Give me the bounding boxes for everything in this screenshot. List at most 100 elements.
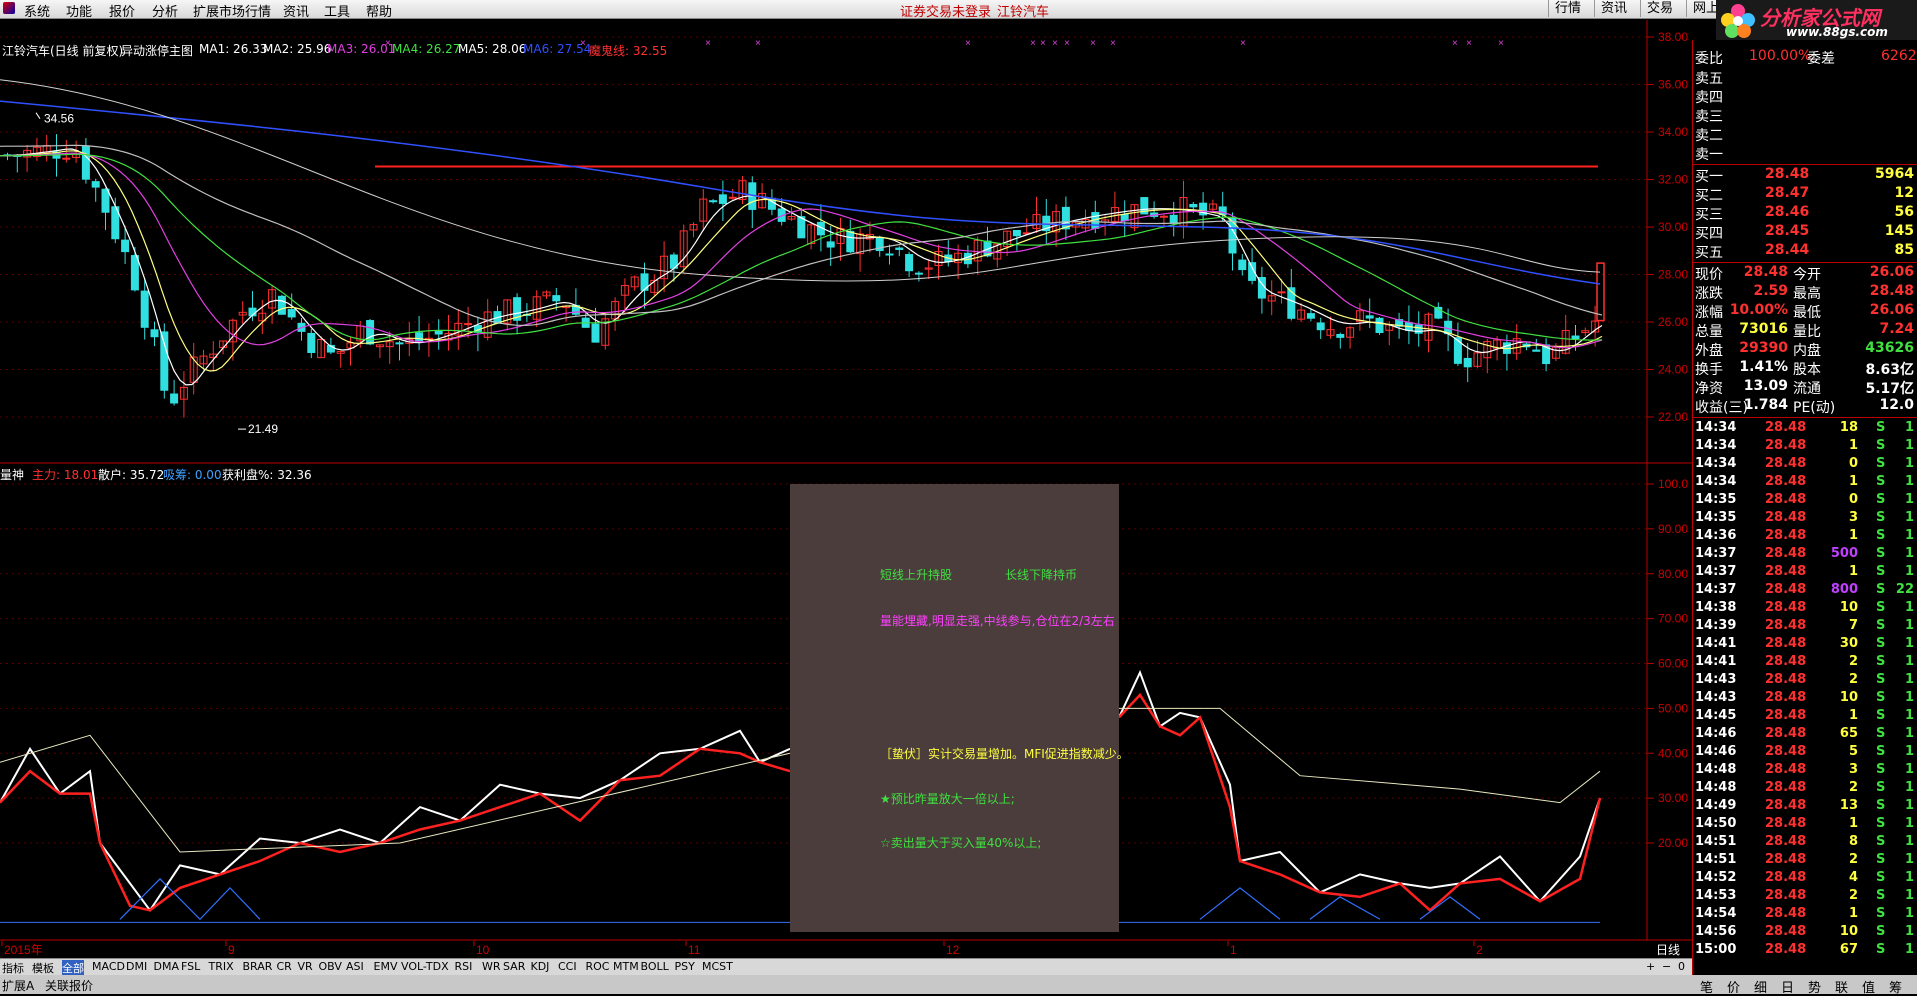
x-tick-label: 1	[1230, 943, 1237, 957]
tick-volume: 2	[1848, 888, 1858, 903]
indicator-tab-[interactable]: 全部	[62, 960, 84, 976]
quote-tab-5[interactable]: 联	[1835, 977, 1848, 996]
signal-marker: ×	[1040, 38, 1046, 49]
candle-body	[1306, 313, 1315, 319]
candle-body	[150, 329, 159, 338]
stat-row: 涨幅 10.00% 最低 26.06	[1693, 302, 1917, 321]
stat-row: 外盘 29390 内盘 43626	[1693, 340, 1917, 359]
quote-tab-2[interactable]: 细	[1754, 977, 1767, 996]
tick-row: 14:34 28.48 18 S 1	[1693, 420, 1917, 438]
indicator-tab-kdj[interactable]: KDJ	[531, 960, 550, 973]
signal-marker: ×	[580, 38, 586, 49]
zoom-control-0[interactable]: +	[1646, 960, 1655, 973]
quote-tab-6[interactable]: 值	[1862, 977, 1875, 996]
retail-line	[1118, 669, 1601, 903]
sub-chart-title[interactable]: 量神	[0, 466, 24, 483]
indicator-tab-mtm[interactable]: MTM	[613, 960, 639, 973]
tick-row: 14:43 28.48 10 S 1	[1693, 690, 1917, 708]
tick-time: 14:56	[1695, 924, 1737, 939]
tick-side: S	[1876, 672, 1886, 687]
y-tick-label: 38.00	[1658, 30, 1688, 44]
tick-count: 1	[1904, 546, 1914, 561]
zoom-control-1[interactable]: −	[1662, 960, 1671, 973]
status-related-quote[interactable]: 关联报价	[45, 977, 93, 994]
tick-price: 28.48	[1765, 942, 1807, 957]
high-marker-arrow	[35, 112, 41, 119]
tick-row: 14:53 28.48 2 S 1	[1693, 888, 1917, 906]
zoom-control-2[interactable]: 0	[1678, 960, 1685, 973]
y-tick-label: 20.00	[1658, 836, 1688, 850]
tick-count: 1	[1904, 456, 1914, 471]
candle-body	[552, 295, 561, 302]
tick-row: 14:35 28.48 3 S 1	[1693, 510, 1917, 528]
quote-tab-7[interactable]: 筹	[1889, 977, 1902, 996]
stat-row: 现价 28.48 今开 26.06	[1693, 264, 1917, 283]
tick-side: S	[1876, 636, 1886, 651]
indicator-tab-dmi[interactable]: DMI	[126, 960, 147, 973]
status-extended-a[interactable]: 扩展A	[2, 977, 34, 994]
tick-volume: 65	[1839, 726, 1858, 741]
candle-body	[718, 194, 727, 204]
divider	[1693, 164, 1917, 165]
tick-side: S	[1876, 690, 1886, 705]
tick-side: S	[1876, 528, 1886, 543]
indicator-tab-[interactable]: 模板	[32, 960, 54, 976]
indicator-tab-macd[interactable]: MACD	[92, 960, 125, 973]
indicator-tab-cci[interactable]: CCI	[558, 960, 577, 973]
candle-body	[885, 253, 894, 256]
indicator-tab-fsl[interactable]: FSL	[181, 960, 200, 973]
tick-count: 1	[1904, 564, 1914, 579]
indicator-tab-rsi[interactable]: RSI	[455, 960, 473, 973]
candle-body	[1532, 349, 1541, 352]
indicator-tab-trix[interactable]: TRIX	[209, 960, 234, 973]
tick-volume: 1	[1848, 906, 1858, 921]
candle-body	[307, 332, 316, 353]
indicator-tab-obv[interactable]: OBV	[319, 960, 342, 973]
indicator-tab-psy[interactable]: PSY	[675, 960, 695, 973]
quote-tab-0[interactable]: 笔	[1700, 977, 1713, 996]
tick-time: 14:49	[1695, 798, 1737, 813]
indicator-tab-brar[interactable]: BRAR	[243, 960, 273, 973]
stat-label-left: 换手	[1695, 362, 1723, 378]
y-tick-label: 24.00	[1658, 363, 1688, 377]
indicator-tab-wr[interactable]: WR	[482, 960, 501, 973]
tick-side: S	[1876, 600, 1886, 615]
tick-count: 1	[1904, 690, 1914, 705]
candle-body	[130, 255, 139, 291]
indicator-tab-voltdx[interactable]: VOL-TDX	[401, 960, 449, 973]
stat-label-right: 最低	[1793, 305, 1821, 321]
quote-tab-4[interactable]: 势	[1808, 977, 1821, 996]
indicator-tab-mcst[interactable]: MCST	[702, 960, 733, 973]
sell-level-label: 卖四	[1695, 90, 1723, 106]
tick-time: 14:34	[1695, 420, 1737, 435]
tick-side: S	[1876, 744, 1886, 759]
indicator-tab-sar[interactable]: SAR	[503, 960, 525, 973]
indicator-tab-vr[interactable]: VR	[298, 960, 313, 973]
indicator-tab-asi[interactable]: ASI	[346, 960, 364, 973]
tick-price: 28.48	[1765, 780, 1807, 795]
indicator-tab-[interactable]: 指标	[2, 960, 24, 976]
note-short-term: 短线上升持股	[880, 568, 953, 582]
indicator-tab-cr[interactable]: CR	[277, 960, 292, 973]
quote-tab-1[interactable]: 价	[1727, 977, 1740, 996]
quote-tab-3[interactable]: 日	[1781, 977, 1794, 996]
indicator-tab-emv[interactable]: EMV	[374, 960, 398, 973]
candle-body	[395, 342, 404, 345]
x-tick-label: 11	[688, 943, 701, 957]
indicator-tab-boll[interactable]: BOLL	[641, 960, 669, 973]
candle-body	[1169, 214, 1178, 224]
candle-body	[914, 272, 923, 275]
indicator-tab-dma[interactable]: DMA	[154, 960, 180, 973]
tick-price: 28.48	[1765, 510, 1807, 525]
tick-time: 14:43	[1695, 690, 1737, 705]
tick-volume: 3	[1848, 510, 1858, 525]
tick-time: 14:53	[1695, 888, 1737, 903]
indicator-tab-roc[interactable]: ROC	[586, 960, 610, 973]
tick-row: 14:41 28.48 2 S 1	[1693, 654, 1917, 672]
order-diff-value: 6262	[1881, 48, 1917, 64]
tick-side: S	[1876, 474, 1886, 489]
tick-price: 28.48	[1765, 762, 1807, 777]
signal-marker: ×	[1452, 38, 1458, 49]
candle-body	[1277, 291, 1286, 294]
stat-label-right: 最高	[1793, 286, 1821, 302]
